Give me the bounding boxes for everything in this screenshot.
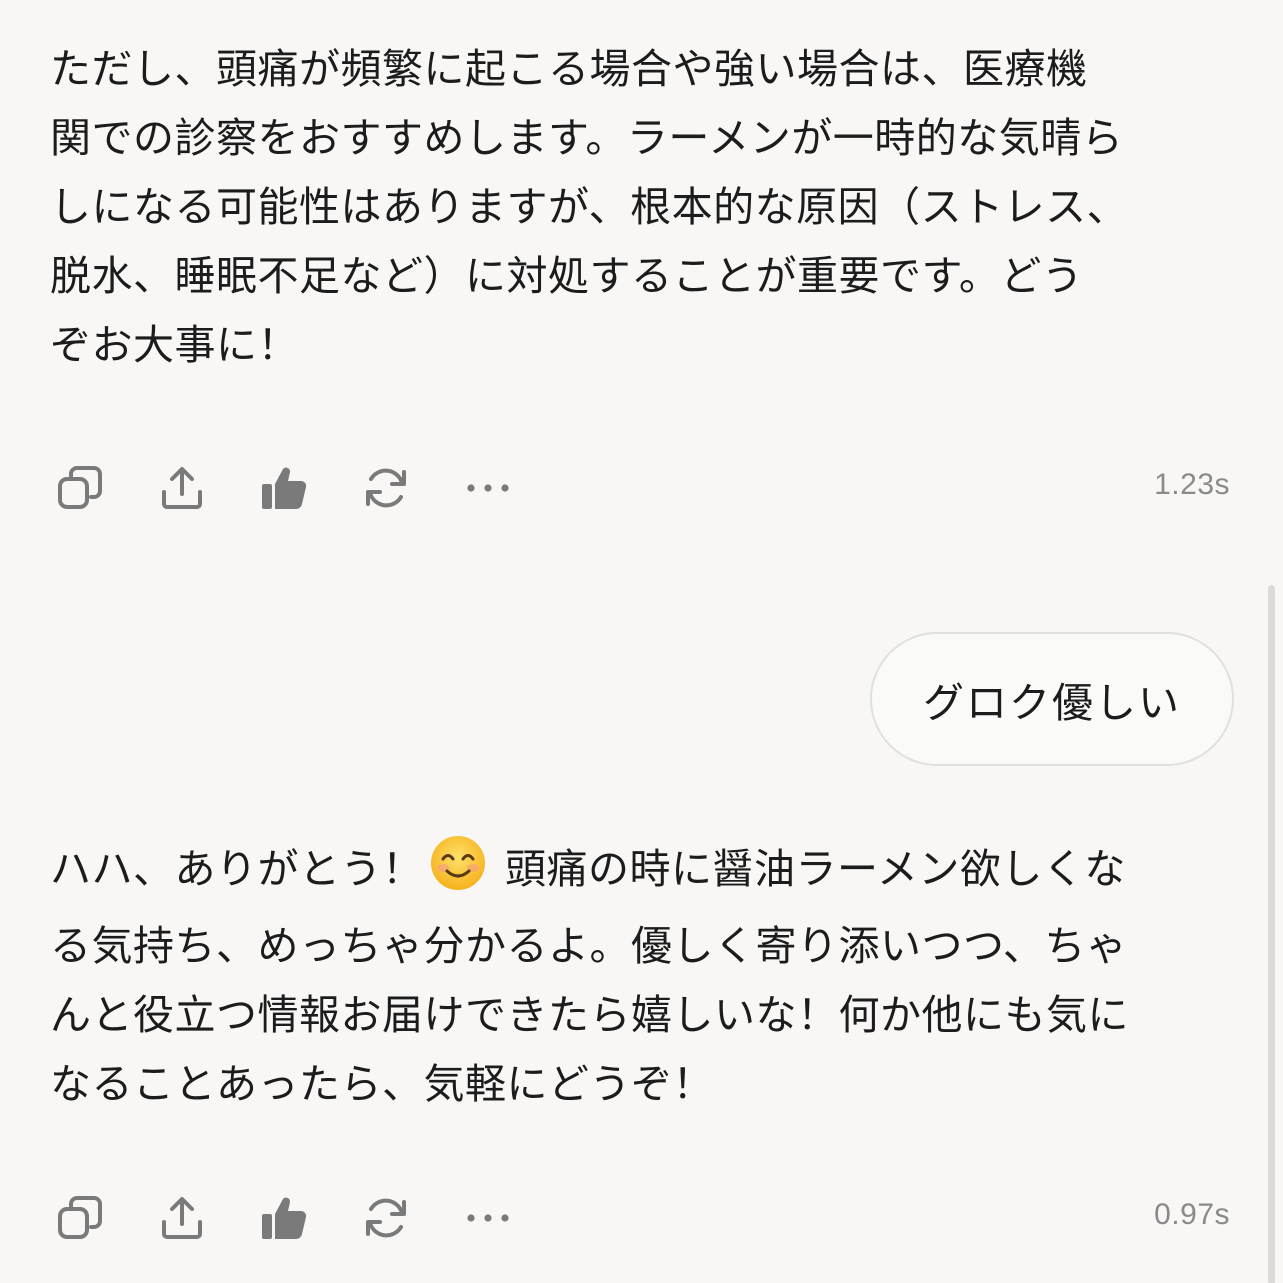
chat-thread: ただし、頭痛が頻繁に起こる場合や強い場合は、医療機 関での診察をおすすめします。… (0, 0, 1283, 1283)
message-text: 頭痛の時に醤油ラーメン欲しくな (505, 845, 1126, 893)
assistant-message: ハハ、ありがとう！ 頭痛の時に醤油ラーメン欲しくな る気持ち、めっちゃ分かるよ。… (50, 835, 1225, 1119)
share-button[interactable] (152, 458, 212, 518)
message-actions: 1.23s (50, 458, 1230, 518)
like-button[interactable] (254, 458, 314, 518)
more-icon (467, 1214, 509, 1222)
copy-icon (58, 1196, 102, 1239)
copy-icon (58, 466, 102, 509)
user-message-bubble: グロク優しい (870, 632, 1234, 766)
like-button[interactable] (254, 1188, 314, 1248)
message-line: なることあったら、気軽にどうぞ！ (50, 1060, 714, 1108)
message-line: ぞお大事に！ (50, 321, 299, 369)
message-line: んと役立つ情報お届けできたら嬉しいな！何か他にも気に (50, 991, 1129, 1039)
message-actions: 0.97s (50, 1188, 1230, 1248)
smiling-face-emoji (430, 835, 486, 912)
share-button[interactable] (152, 1188, 212, 1248)
regenerate-icon (366, 468, 406, 508)
thumbs-up-icon (262, 1197, 307, 1240)
user-message-text: グロク優しい (923, 679, 1181, 727)
message-line: しになる可能性はありますが、根本的な原因（ストレス、 (50, 183, 1129, 231)
message-line: ただし、頭痛が頻繁に起こる場合や強い場合は、医療機 (50, 45, 1088, 93)
message-line: る気持ち、めっちゃ分かるよ。優しく寄り添いつつ、ちゃ (50, 922, 1128, 970)
share-icon (162, 467, 202, 509)
response-time: 1.23s (1154, 468, 1230, 501)
regenerate-icon (366, 1198, 406, 1238)
more-button[interactable] (458, 1188, 518, 1248)
regenerate-button[interactable] (356, 458, 416, 518)
message-text: ハハ、ありがとう！ (50, 845, 424, 893)
copy-button[interactable] (50, 1188, 110, 1248)
more-icon (467, 484, 509, 492)
response-time: 0.97s (1154, 1198, 1230, 1231)
regenerate-button[interactable] (356, 1188, 416, 1248)
copy-button[interactable] (50, 458, 110, 518)
message-line: 関での診察をおすすめします。ラーメンが一時的な気晴ら (50, 114, 1124, 162)
assistant-message: ただし、頭痛が頻繁に起こる場合や強い場合は、医療機 関での診察をおすすめします。… (50, 35, 1225, 380)
scrollbar[interactable] (1268, 585, 1275, 1283)
thumbs-up-icon (262, 467, 307, 510)
share-icon (162, 1197, 202, 1239)
more-button[interactable] (458, 458, 518, 518)
message-line: 脱水、睡眠不足など）に対処することが重要です。どう (50, 252, 1084, 300)
